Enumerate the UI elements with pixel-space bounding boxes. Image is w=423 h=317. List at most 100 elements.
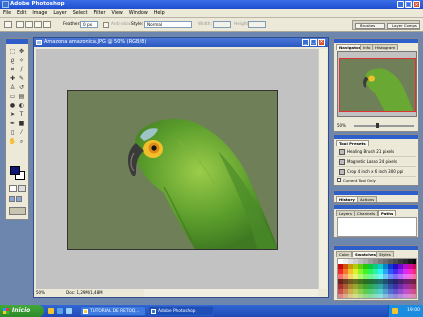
- layers-list[interactable]: [337, 217, 417, 237]
- brushes-tab[interactable]: Brushes: [355, 23, 385, 29]
- swatches-tab[interactable]: Swatches: [352, 251, 379, 257]
- swatch-cell[interactable]: [413, 294, 416, 298]
- style-select[interactable]: Normal: [144, 21, 192, 28]
- pen-icon[interactable]: ✒: [8, 120, 17, 128]
- tool-presets-palette-header[interactable]: [334, 135, 418, 139]
- fullscreen-menu-icon[interactable]: [16, 196, 22, 202]
- zoom-slider-thumb[interactable]: [376, 123, 379, 128]
- doc-size-readout[interactable]: Doc: 1,29M/1,48M: [66, 290, 102, 295]
- menu-edit[interactable]: Edit: [14, 9, 29, 18]
- menu-select[interactable]: Select: [70, 9, 91, 18]
- menu-window[interactable]: Window: [126, 9, 151, 18]
- actions-tab[interactable]: Actions: [357, 196, 378, 202]
- preset-item-lasso[interactable]: Magnetic Lasso 24 pixels: [337, 157, 416, 167]
- history-tab[interactable]: History: [336, 196, 358, 202]
- navigator-view-box[interactable]: [339, 58, 416, 112]
- current-tool-only-checkbox[interactable]: [337, 178, 341, 182]
- height-input[interactable]: [248, 21, 266, 28]
- navigator-palette-header[interactable]: [334, 39, 418, 43]
- type-icon[interactable]: T: [17, 111, 26, 119]
- photoshop-app-icon[interactable]: [2, 1, 9, 8]
- screen-mode-icon[interactable]: [9, 196, 15, 202]
- start-button[interactable]: Inicio: [0, 305, 44, 317]
- layers-tab[interactable]: Layers: [336, 210, 355, 216]
- tray-speaker-icon[interactable]: [392, 308, 398, 314]
- imageready-jump-icon[interactable]: [9, 207, 26, 215]
- dodge-icon[interactable]: ◐: [17, 102, 26, 110]
- navigator-zoom-value[interactable]: 50%: [337, 123, 346, 128]
- document-title-bar[interactable]: Amazona amazonica.JPG @ 50% (RGB/8): [34, 38, 328, 47]
- swatch-grid[interactable]: [337, 258, 417, 299]
- crop-icon[interactable]: ⌗: [8, 66, 17, 74]
- shape-icon[interactable]: ■: [17, 120, 26, 128]
- preset-item-healing[interactable]: Healing Brush 21 pixels: [337, 147, 416, 157]
- zoom-readout[interactable]: 50%: [36, 290, 45, 295]
- intersect-selection-icon[interactable]: [43, 21, 51, 28]
- toolbox-header[interactable]: [6, 39, 28, 44]
- canvas-area[interactable]: [36, 49, 318, 289]
- menu-layer[interactable]: Layer: [50, 9, 69, 18]
- width-input[interactable]: [213, 21, 231, 28]
- stamp-icon[interactable]: ♙: [8, 84, 17, 92]
- menu-filter[interactable]: Filter: [91, 9, 109, 18]
- histogram-tab[interactable]: Histogram: [372, 44, 399, 50]
- quicklaunch-browser-icon[interactable]: [57, 308, 63, 314]
- subtract-selection-icon[interactable]: [34, 21, 42, 28]
- add-selection-icon[interactable]: [25, 21, 33, 28]
- quicklaunch-desktop-icon[interactable]: [66, 308, 72, 314]
- history-palette-header[interactable]: [334, 191, 418, 195]
- quickmask-mode-icon[interactable]: [18, 185, 26, 192]
- vertical-scrollbar[interactable]: [318, 49, 327, 289]
- system-tray: 19:00: [388, 305, 423, 317]
- parrot-image[interactable]: [67, 90, 278, 250]
- standard-mode-icon[interactable]: [9, 185, 17, 192]
- lasso-icon[interactable]: ϱ: [8, 57, 17, 65]
- menu-view[interactable]: View: [108, 9, 125, 18]
- menu-file[interactable]: File: [0, 9, 14, 18]
- tool-preset-picker[interactable]: [4, 21, 12, 28]
- hand-icon[interactable]: ✋: [8, 138, 17, 146]
- navigator-preview[interactable]: [337, 51, 417, 117]
- quicklaunch-folder-icon[interactable]: [48, 308, 54, 314]
- menu-image[interactable]: Image: [29, 9, 50, 18]
- color-tab[interactable]: Color: [336, 251, 353, 257]
- channels-tab[interactable]: Channels: [354, 210, 378, 216]
- eyedropper-icon[interactable]: ⁄: [17, 129, 26, 137]
- taskbar-item-photoshop[interactable]: Adobe Photoshop: [148, 306, 214, 316]
- minimize-button[interactable]: _: [397, 1, 404, 8]
- swatches-palette-header[interactable]: [334, 246, 418, 250]
- eraser-icon[interactable]: ▭: [8, 93, 17, 101]
- antialias-checkbox[interactable]: [103, 22, 109, 28]
- magic-wand-icon[interactable]: ✧: [17, 57, 26, 65]
- close-button[interactable]: ×: [413, 1, 420, 8]
- tool-presets-tab[interactable]: Tool Presets: [336, 140, 369, 146]
- healing-icon[interactable]: ✚: [8, 75, 17, 83]
- gradient-icon[interactable]: ▤: [17, 93, 26, 101]
- notes-icon[interactable]: ▯: [8, 129, 17, 137]
- styles-tab[interactable]: Styles: [376, 251, 394, 257]
- paths-tab[interactable]: Paths: [378, 210, 397, 216]
- maximize-button[interactable]: □: [405, 1, 412, 8]
- doc-close-button[interactable]: ×: [318, 39, 325, 46]
- taskbar-item-tutorial[interactable]: TUTORIAL DE RETOQ...: [80, 306, 146, 316]
- menu-help[interactable]: Help: [151, 9, 168, 18]
- slice-icon[interactable]: ∕: [17, 66, 26, 74]
- horizontal-scrollbar[interactable]: [144, 289, 318, 297]
- brush-icon[interactable]: ✎: [17, 75, 26, 83]
- history-brush-icon[interactable]: ↺: [17, 84, 26, 92]
- preset-item-crop[interactable]: Crop 4 inch x 6 inch 300 ppi: [337, 167, 416, 177]
- crop-icon: [339, 169, 345, 175]
- layer-comps-tab[interactable]: Layer Comps: [387, 23, 420, 29]
- doc-maximize-button[interactable]: □: [310, 39, 317, 46]
- path-select-icon[interactable]: ➤: [8, 111, 17, 119]
- zoom-icon[interactable]: ⌕: [17, 138, 26, 146]
- move-icon[interactable]: ✥: [17, 48, 26, 56]
- layers-palette-header[interactable]: [334, 205, 418, 209]
- new-selection-icon[interactable]: [16, 21, 24, 28]
- marquee-icon[interactable]: ⬚: [8, 48, 17, 56]
- navigator-zoom-slider[interactable]: [354, 123, 414, 128]
- feather-input[interactable]: 0 px: [80, 21, 98, 28]
- doc-minimize-button[interactable]: _: [302, 39, 309, 46]
- foreground-color-swatch[interactable]: [10, 166, 20, 175]
- blur-icon[interactable]: ●: [8, 102, 17, 110]
